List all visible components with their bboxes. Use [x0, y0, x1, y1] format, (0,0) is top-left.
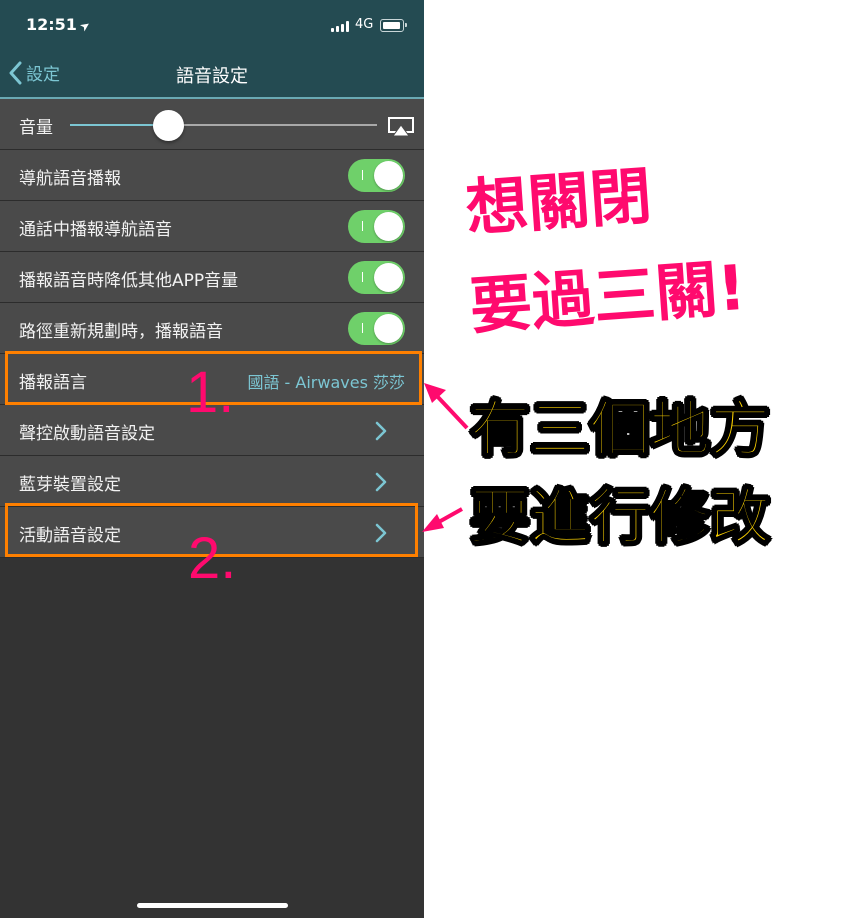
toggle-row-call-voice: 通話中播報導航語音	[0, 201, 424, 252]
nav-header: 12:51➤ 4G 設定 語音設定	[0, 0, 424, 98]
home-indicator	[137, 903, 288, 908]
toggle-row-duck-audio: 播報語音時降低其他APP音量	[0, 252, 424, 303]
phone-screen: 12:51➤ 4G 設定 語音設定 音量 導航語音播報 通話中播報導航語音 播報…	[0, 0, 424, 918]
airplay-icon[interactable]	[388, 117, 414, 137]
reroute-voice-toggle[interactable]	[348, 312, 405, 345]
duck-audio-toggle[interactable]	[348, 261, 405, 294]
row-label: 路徑重新規劃時，播報語音	[19, 322, 223, 342]
annotation-number-2: 2.	[188, 526, 237, 591]
settings-list: 音量 導航語音播報 通話中播報導航語音 播報語音時降低其他APP音量 路徑重新規…	[0, 99, 424, 558]
headline-line-1: 想關閉	[463, 159, 655, 245]
volume-label: 音量	[19, 118, 53, 138]
caption-line-1: 有三個地方	[469, 395, 771, 465]
toggle-row-reroute-voice: 路徑重新規劃時，播報語音	[0, 303, 424, 354]
volume-row: 音量	[0, 99, 424, 150]
network-type: 4G	[355, 17, 374, 32]
location-arrow-icon: ➤	[76, 17, 94, 35]
chevron-right-icon	[375, 421, 387, 441]
navigation-voice-toggle[interactable]	[348, 159, 405, 192]
bluetooth-settings-row[interactable]: 藍芽裝置設定	[0, 456, 424, 507]
toggle-row-navigation-voice: 導航語音播報	[0, 150, 424, 201]
caption-line-2: 要進行修改	[469, 483, 771, 553]
clock: 12:51	[26, 15, 77, 34]
volume-slider-thumb[interactable]	[153, 110, 185, 141]
call-voice-toggle[interactable]	[348, 210, 405, 243]
chevron-right-icon	[375, 472, 387, 492]
row-label: 藍芽裝置設定	[19, 475, 121, 495]
row-label: 播報語音時降低其他APP音量	[19, 271, 239, 291]
battery-icon	[380, 19, 404, 32]
row-label: 聲控啟動語音設定	[19, 424, 155, 444]
volume-slider-track[interactable]	[168, 124, 377, 126]
headline-line-2: 要過三關!	[467, 250, 749, 343]
battery-tip	[405, 23, 407, 27]
row-label: 通話中播報導航語音	[19, 220, 172, 240]
page-title: 語音設定	[176, 66, 248, 87]
signal-bars-icon	[331, 21, 349, 32]
row-label: 導航語音播報	[19, 169, 121, 189]
annotation-number-1: 1.	[186, 360, 235, 425]
status-time: 12:51➤	[26, 15, 94, 35]
